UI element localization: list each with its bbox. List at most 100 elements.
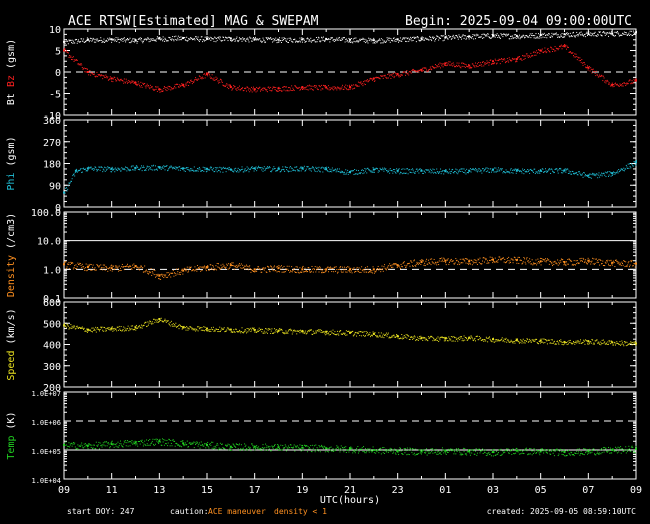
scatter-mark-bz — [149, 88, 150, 89]
scatter-mark-speed — [104, 327, 105, 328]
scatter-mark-speed — [96, 332, 97, 333]
scatter-mark-density — [523, 257, 524, 258]
y-axis-label-mag: Bt Bz (gsm) — [6, 39, 17, 105]
scatter-mark-density — [121, 270, 122, 271]
scatter-mark-bt — [106, 40, 107, 41]
scatter-mark-bt — [268, 37, 269, 38]
scatter-mark-bz — [252, 88, 253, 89]
scatter-mark-bt — [317, 39, 318, 40]
data-point-bz — [492, 60, 494, 62]
scatter-mark-speed — [239, 330, 240, 331]
scatter-mark-bz — [353, 84, 354, 85]
scatter-mark-bt — [400, 37, 401, 38]
scatter-mark-bt — [140, 39, 141, 40]
scatter-mark-phi — [313, 168, 314, 169]
scatter-mark-bz — [310, 86, 311, 87]
scatter-mark-bt — [633, 32, 634, 33]
scatter-mark-bz — [142, 87, 143, 88]
scatter-mark-phi — [565, 168, 566, 169]
scatter-mark-density — [469, 260, 470, 261]
scatter-mark-phi — [413, 172, 414, 173]
scatter-mark-bt — [455, 37, 456, 38]
scatter-mark-bz — [148, 85, 149, 86]
scatter-mark-bz — [208, 73, 209, 74]
scatter-mark-bz — [308, 89, 309, 90]
scatter-mark-phi — [250, 169, 251, 170]
scatter-mark-density — [203, 266, 204, 267]
scatter-mark-density — [593, 263, 594, 264]
scatter-mark-bt — [178, 36, 179, 37]
scatter-mark-density — [193, 269, 194, 270]
scatter-mark-bt — [72, 40, 73, 41]
scatter-mark-density — [178, 268, 179, 269]
scatter-mark-density — [451, 259, 452, 260]
scatter-mark-speed — [305, 332, 306, 333]
scatter-mark-bt — [425, 38, 426, 39]
scatter-mark-phi — [205, 168, 206, 169]
scatter-mark-phi — [431, 170, 432, 171]
scatter-mark-phi — [626, 166, 627, 167]
scatter-mark-bt — [355, 37, 356, 38]
scatter-mark-bz — [126, 81, 127, 82]
scatter-mark-density — [589, 260, 590, 261]
scatter-mark-bz — [357, 85, 358, 86]
scatter-mark-speed — [345, 335, 346, 336]
scatter-mark-bt — [448, 39, 449, 40]
scatter-mark-speed — [325, 334, 326, 335]
scatter-mark-density — [233, 262, 234, 263]
scatter-mark-speed — [562, 342, 563, 343]
scatter-mark-density — [93, 265, 94, 266]
scatter-mark-density — [630, 265, 631, 266]
scatter-mark-density — [200, 271, 201, 272]
scatter-mark-speed — [282, 332, 283, 333]
scatter-mark-bz — [581, 59, 582, 60]
scatter-mark-phi — [523, 170, 524, 171]
scatter-mark-bz — [517, 57, 518, 58]
scatter-mark-bz — [555, 46, 556, 47]
scatter-mark-bz — [465, 64, 466, 65]
scatter-mark-bt — [436, 38, 437, 39]
scatter-mark-bt — [351, 38, 352, 39]
scatter-mark-bt — [278, 42, 279, 43]
scatter-mark-bz — [326, 86, 327, 87]
scatter-mark-bz — [86, 72, 87, 73]
scatter-mark-bt — [141, 38, 142, 39]
scatter-mark-speed — [106, 330, 107, 331]
y-tick-label-mag: 0 — [55, 68, 61, 79]
scatter-mark-phi — [362, 173, 363, 174]
scatter-mark-phi — [438, 173, 439, 174]
scatter-mark-density — [289, 266, 290, 267]
scatter-mark-density — [130, 266, 131, 267]
scatter-mark-phi — [509, 173, 510, 174]
scatter-mark-speed — [93, 330, 94, 331]
scatter-mark-speed — [123, 329, 124, 330]
scatter-mark-density — [215, 265, 216, 266]
scatter-mark-bz — [455, 66, 456, 67]
scatter-mark-speed — [235, 332, 236, 333]
scatter-mark-speed — [119, 326, 120, 327]
scatter-mark-bt — [434, 41, 435, 42]
scatter-mark-phi — [126, 167, 127, 168]
scatter-mark-bt — [164, 41, 165, 42]
scatter-mark-bz — [476, 65, 477, 66]
scatter-mark-phi — [324, 168, 325, 169]
scatter-mark-speed — [454, 337, 455, 338]
scatter-mark-speed — [527, 338, 528, 339]
scatter-mark-phi — [330, 171, 331, 172]
scatter-mark-phi — [372, 172, 373, 173]
scatter-mark-density — [404, 261, 405, 262]
scatter-mark-speed — [228, 328, 229, 329]
scatter-mark-density — [434, 263, 435, 264]
scatter-mark-phi — [306, 169, 307, 170]
scatter-mark-bz — [81, 64, 82, 65]
scatter-mark-speed — [294, 330, 295, 331]
scatter-mark-phi — [366, 172, 367, 173]
scatter-mark-phi — [72, 175, 73, 176]
scatter-mark-phi — [538, 170, 539, 171]
scatter-mark-bt — [541, 37, 542, 38]
scatter-mark-bt — [376, 42, 377, 43]
scatter-mark-density — [245, 269, 246, 270]
scatter-mark-phi — [103, 170, 104, 171]
scatter-mark-bz — [612, 86, 613, 87]
scatter-mark-bt — [582, 34, 583, 35]
